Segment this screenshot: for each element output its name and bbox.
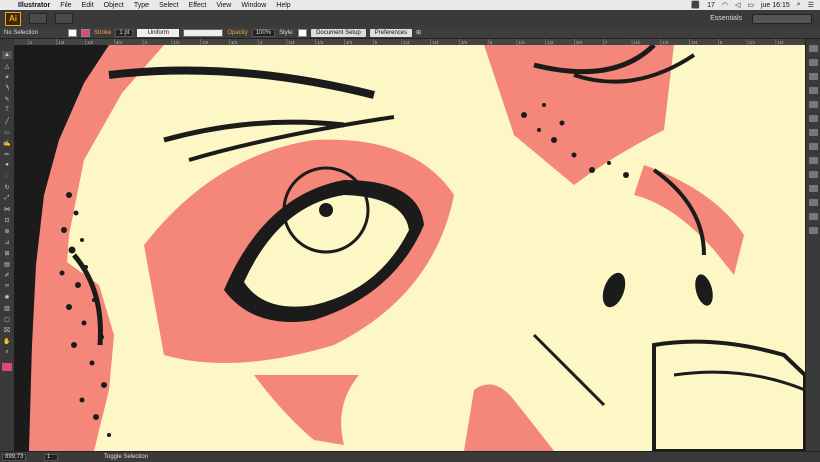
swatches-icon[interactable] [809,87,818,94]
arrange-documents-button[interactable] [55,13,73,24]
variable-width-profile[interactable]: Uniform [137,28,180,37]
pen-tool-icon[interactable]: ✎ [2,95,12,103]
menu-edit[interactable]: Edit [82,2,94,9]
blob-brush-tool-icon[interactable]: ● [2,161,12,169]
symbols-icon[interactable] [809,115,818,122]
menu-view[interactable]: View [216,2,231,9]
artboard-canvas[interactable] [14,45,805,451]
line-tool-icon[interactable]: ╱ [2,117,12,125]
menu-effect[interactable]: Effect [189,2,207,9]
opacity-label[interactable]: Opacity [227,30,247,36]
collapse-panels-icon[interactable] [809,45,818,52]
column-graph-tool-icon[interactable]: ▥ [2,304,12,312]
scale-tool-icon[interactable]: ⤢ [2,194,12,202]
stroke-label[interactable]: Stroke [94,30,111,36]
brush-definition[interactable] [183,28,224,37]
type-tool-icon[interactable]: T [2,106,12,114]
eyedropper-tool-icon[interactable]: ✐ [2,271,12,279]
stroke-swatch[interactable] [81,28,90,37]
notifications-icon[interactable]: ☰ [808,1,814,9]
paintbrush-tool-icon[interactable]: ✍ [2,139,12,147]
fill-swatch[interactable] [68,28,77,37]
panel-dock [805,39,820,451]
mesh-tool-icon[interactable]: ⊞ [2,249,12,257]
perspective-grid-tool-icon[interactable]: ⊿ [2,238,12,246]
slice-tool-icon[interactable]: ⌧ [2,326,12,334]
selection-status: No Selection [4,29,39,36]
blend-tool-icon[interactable]: ∞ [2,282,12,290]
application-bar: Ai Essentials [0,10,820,28]
pencil-tool-icon[interactable]: ✏ [2,150,12,158]
artwork-pupil [319,203,333,217]
color-guide-icon[interactable] [809,73,818,80]
adobe-count: 17 [707,1,715,9]
stroke-weight-field[interactable]: 1 pt [115,28,134,37]
rectangle-tool-icon[interactable]: ▭ [2,128,12,136]
layers-icon[interactable] [809,199,818,206]
tools-panel: ▲ △ ✶ ϡ ✎ T ╱ ▭ ✍ ✏ ● ◌ ↻ ⤢ ⋈ ⊡ ⊕ ⊿ ⊞ ▤ ✐ ∞ ✺ ▥ ▢ ⌧ ✋ ⌕ [0,45,15,451]
menu-file[interactable]: File [60,2,71,9]
preferences-button[interactable]: Preferences [369,28,413,37]
transparency-icon[interactable] [809,157,818,164]
fill-stroke-swatch[interactable] [2,363,12,371]
adobe-cc-icon[interactable]: ⬛ [691,1,700,9]
gradient-tool-icon[interactable]: ▤ [2,260,12,268]
width-tool-icon[interactable]: ⋈ [2,205,12,213]
menu-object[interactable]: Object [104,2,124,9]
stroke-icon[interactable] [809,129,818,136]
eraser-tool-icon[interactable]: ◌ [2,172,12,180]
control-panel: No Selection Stroke 1 pt Uniform Opacity… [0,27,820,39]
menu-type[interactable]: Type [134,2,149,9]
menu-help[interactable]: Help [276,2,290,9]
artwork-mouth-shape [652,339,805,451]
magic-wand-tool-icon[interactable]: ✶ [2,73,12,81]
shape-builder-tool-icon[interactable]: ⊕ [2,227,12,235]
rotate-tool-icon[interactable]: ↻ [2,183,12,191]
wifi-icon[interactable]: ◠ [722,1,728,9]
illustrator-logo: Ai [5,11,21,26]
menu-app-name[interactable]: Illustrator [18,2,50,9]
status-bar: 899,73 1 Toggle Selection [0,451,820,462]
document-setup-button[interactable]: Document Setup [311,28,366,37]
symbol-sprayer-tool-icon[interactable]: ✺ [2,293,12,301]
style-label: Style: [279,29,295,36]
arrange-icon[interactable]: ⊞ [416,29,421,36]
clock[interactable]: jue 16:15 [761,2,790,9]
graphic-style-swatch[interactable] [298,28,308,37]
opacity-field[interactable]: 100% [251,28,276,37]
menu-window[interactable]: Window [241,2,266,9]
battery-icon[interactable]: ▭ [747,1,754,9]
zoom-level-field[interactable]: 899,73 [2,453,26,461]
artboard-tool-icon[interactable]: ▢ [2,315,12,323]
artboards-icon[interactable] [809,213,818,220]
appearance-icon[interactable] [809,171,818,178]
artboard-number-field[interactable]: 1 [44,453,58,461]
align-icon[interactable] [809,227,818,234]
help-search-input[interactable] [752,13,812,24]
current-tool-status[interactable]: Toggle Selection [104,454,148,460]
gradient-icon[interactable] [809,143,818,150]
free-transform-tool-icon[interactable]: ⊡ [2,216,12,224]
color-icon[interactable] [809,59,818,66]
menu-status-area: ⬛ 17 ◠ ◁ ▭ jue 16:15 ⌕ ☰ [691,1,820,9]
search-icon[interactable]: ⌕ [797,1,801,9]
lasso-tool-icon[interactable]: ϡ [2,84,12,92]
zoom-tool-icon[interactable]: ⌕ [2,348,12,356]
bridge-button[interactable] [29,13,47,24]
mac-menu-bar: Illustrator File Edit Object Type Select… [0,0,820,10]
workspace-switcher[interactable]: Essentials [710,15,742,22]
brushes-icon[interactable] [809,101,818,108]
graphic-styles-icon[interactable] [809,185,818,192]
direct-selection-tool-icon[interactable]: △ [2,62,12,70]
volume-icon[interactable]: ◁ [735,1,740,9]
hand-tool-icon[interactable]: ✋ [2,337,12,345]
menu-select[interactable]: Select [159,2,178,9]
selection-tool-icon[interactable]: ▲ [2,51,12,59]
